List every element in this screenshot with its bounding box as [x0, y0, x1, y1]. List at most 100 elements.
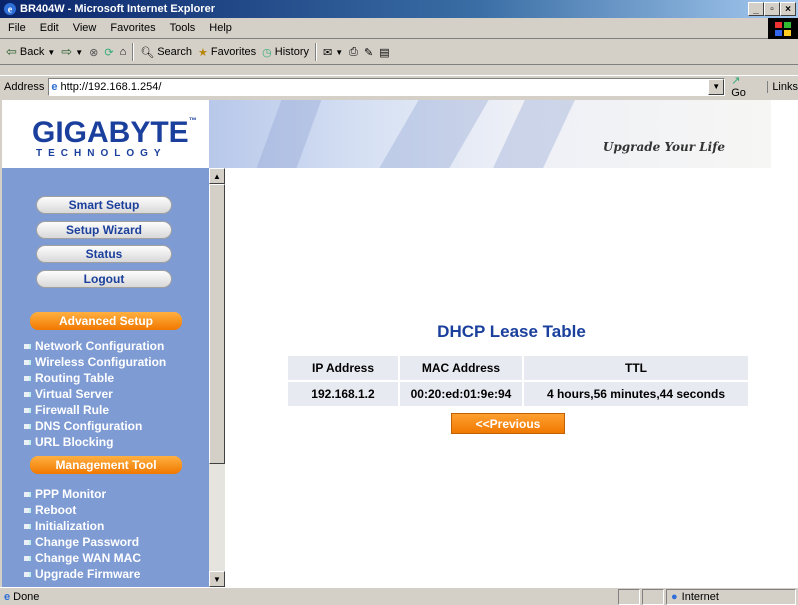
- page-icon: e: [51, 80, 58, 93]
- status-button[interactable]: Status: [36, 245, 172, 263]
- scroll-up-icon[interactable]: ▲: [209, 168, 225, 184]
- favorites-button[interactable]: ★ Favorites: [198, 46, 256, 59]
- nav-virtual-server[interactable]: Virtual Server: [24, 387, 113, 401]
- address-label: Address: [4, 80, 45, 93]
- svg-text:e: e: [8, 5, 13, 16]
- discuss-icon: ▤: [379, 46, 390, 59]
- nav-upgrade-firmware[interactable]: Upgrade Firmware: [24, 567, 140, 581]
- edit-button[interactable]: ✎: [364, 46, 373, 59]
- column-header-mac: MAC Address: [400, 356, 522, 380]
- bullet-icon: [24, 555, 29, 561]
- gigabyte-logo: GIGABYTE™ TECHNOLOGY: [2, 100, 209, 168]
- window-title: BR404W - Microsoft Internet Explorer: [20, 3, 215, 15]
- setup-wizard-button[interactable]: Setup Wizard: [36, 221, 172, 239]
- address-url: http://192.168.1.254/: [60, 80, 162, 93]
- toolbar-separator: [132, 43, 135, 61]
- forward-dropdown-icon[interactable]: ▼: [75, 48, 83, 57]
- edit-icon: ✎: [363, 46, 374, 59]
- close-button[interactable]: ×: [780, 2, 796, 16]
- address-dropdown-icon[interactable]: ▼: [708, 78, 725, 95]
- management-tool-header: Management Tool: [30, 456, 182, 474]
- print-button[interactable]: ⎙: [349, 46, 358, 59]
- menu-tools[interactable]: Tools: [170, 22, 196, 34]
- bullet-icon: [24, 391, 29, 397]
- search-icon: 🔍︎: [140, 46, 155, 59]
- logout-button[interactable]: Logout: [36, 270, 172, 288]
- nav-routing-table[interactable]: Routing Table: [24, 371, 114, 385]
- mail-icon: ✉: [323, 46, 333, 59]
- ie-logo-icon: e: [4, 3, 16, 16]
- address-bar: Address e http://192.168.1.254/ ▼ ↗ Go L…: [0, 74, 798, 99]
- security-zone: ● Internet: [666, 589, 796, 605]
- bullet-icon: [24, 407, 29, 413]
- main-panel: DHCP Lease Table IP Address MAC Address …: [225, 168, 798, 587]
- nav-url-blocking[interactable]: URL Blocking: [24, 435, 113, 449]
- banner-image: Upgrade Your Life: [209, 100, 771, 168]
- back-dropdown-icon[interactable]: ▼: [47, 48, 55, 57]
- status-pane: [618, 589, 640, 605]
- mail-dropdown-icon[interactable]: ▼: [335, 48, 343, 57]
- status-pane: [642, 589, 664, 605]
- advanced-setup-header: Advanced Setup: [30, 312, 182, 330]
- stop-button[interactable]: ⊗: [89, 46, 98, 59]
- nav-change-wan-mac[interactable]: Change WAN MAC: [24, 551, 141, 565]
- bullet-icon: [24, 523, 29, 529]
- forward-button[interactable]: ⇨ ▼: [61, 44, 83, 60]
- bullet-icon: [24, 439, 29, 445]
- maximize-button[interactable]: ▫: [764, 2, 780, 16]
- standard-toolbar: ⇦ Back ▼ ⇨ ▼ ⊗ ⟳ ⌂ 🔍︎ Search ★ Favorites …: [0, 40, 798, 65]
- cell-ip-address: 192.168.1.2: [288, 382, 398, 406]
- minimize-button[interactable]: _: [748, 2, 764, 16]
- search-button[interactable]: 🔍︎ Search: [140, 46, 192, 59]
- go-arrow-icon: ↗: [731, 75, 741, 87]
- nav-change-password[interactable]: Change Password: [24, 535, 139, 549]
- globe-icon: ●: [671, 591, 678, 603]
- toolbar-separator: [315, 43, 318, 61]
- menu-help[interactable]: Help: [209, 22, 232, 34]
- menu-edit[interactable]: Edit: [40, 22, 59, 34]
- menu-file[interactable]: File: [8, 22, 26, 34]
- sidebar: Smart Setup Setup Wizard Status Logout A…: [2, 168, 209, 587]
- nav-wireless-configuration[interactable]: Wireless Configuration: [24, 355, 166, 369]
- scroll-down-icon[interactable]: ▼: [209, 571, 225, 587]
- back-button[interactable]: ⇦ Back ▼: [6, 44, 55, 60]
- print-icon: ⎙: [349, 45, 358, 58]
- nav-initialization[interactable]: Initialization: [24, 519, 104, 533]
- dhcp-lease-table: IP Address MAC Address TTL 192.168.1.2 0…: [286, 354, 750, 408]
- favorites-icon: ★: [198, 46, 208, 59]
- nav-dns-configuration[interactable]: DNS Configuration: [24, 419, 142, 433]
- page-title: DHCP Lease Table: [437, 322, 586, 341]
- smart-setup-button[interactable]: Smart Setup: [36, 196, 172, 214]
- page-done-icon: e: [4, 590, 11, 603]
- nav-ppp-monitor[interactable]: PPP Monitor: [24, 487, 106, 501]
- scroll-thumb[interactable]: [209, 184, 225, 464]
- table-row: 192.168.1.2 00:20:ed:01:9e:94 4 hours,56…: [288, 382, 748, 406]
- discuss-button[interactable]: ▤: [379, 46, 389, 59]
- home-button[interactable]: ⌂: [120, 46, 127, 58]
- mail-button[interactable]: ✉ ▼: [323, 46, 343, 59]
- previous-button[interactable]: <<Previous: [451, 413, 565, 434]
- history-button[interactable]: ◷ History: [262, 46, 309, 59]
- nav-network-configuration[interactable]: Network Configuration: [24, 339, 164, 353]
- refresh-icon: ⟳: [104, 46, 114, 59]
- address-input[interactable]: e http://192.168.1.254/ ▼: [48, 77, 726, 96]
- bullet-icon: [24, 491, 29, 497]
- history-icon: ◷: [262, 46, 272, 59]
- bullet-icon: [24, 539, 29, 545]
- back-arrow-icon: ⇦: [6, 44, 17, 59]
- refresh-button[interactable]: ⟳: [104, 46, 113, 59]
- menu-view[interactable]: View: [73, 22, 97, 34]
- nav-reboot[interactable]: Reboot: [24, 503, 76, 517]
- column-header-ip: IP Address: [288, 356, 398, 380]
- sidebar-scrollbar[interactable]: ▲ ▼: [209, 168, 225, 587]
- go-button[interactable]: ↗ Go: [731, 74, 757, 99]
- slogan: Upgrade Your Life: [602, 140, 725, 154]
- status-bar: e Done ● Internet: [0, 587, 798, 605]
- windows-logo-icon: [768, 18, 798, 39]
- menu-favorites[interactable]: Favorites: [110, 22, 155, 34]
- browser-content: GIGABYTE™ TECHNOLOGY Upgrade Your Life S…: [2, 100, 798, 587]
- nav-firewall-rule[interactable]: Firewall Rule: [24, 403, 109, 417]
- bullet-icon: [24, 343, 29, 349]
- links-button[interactable]: Links: [767, 80, 798, 93]
- bullet-icon: [24, 359, 29, 365]
